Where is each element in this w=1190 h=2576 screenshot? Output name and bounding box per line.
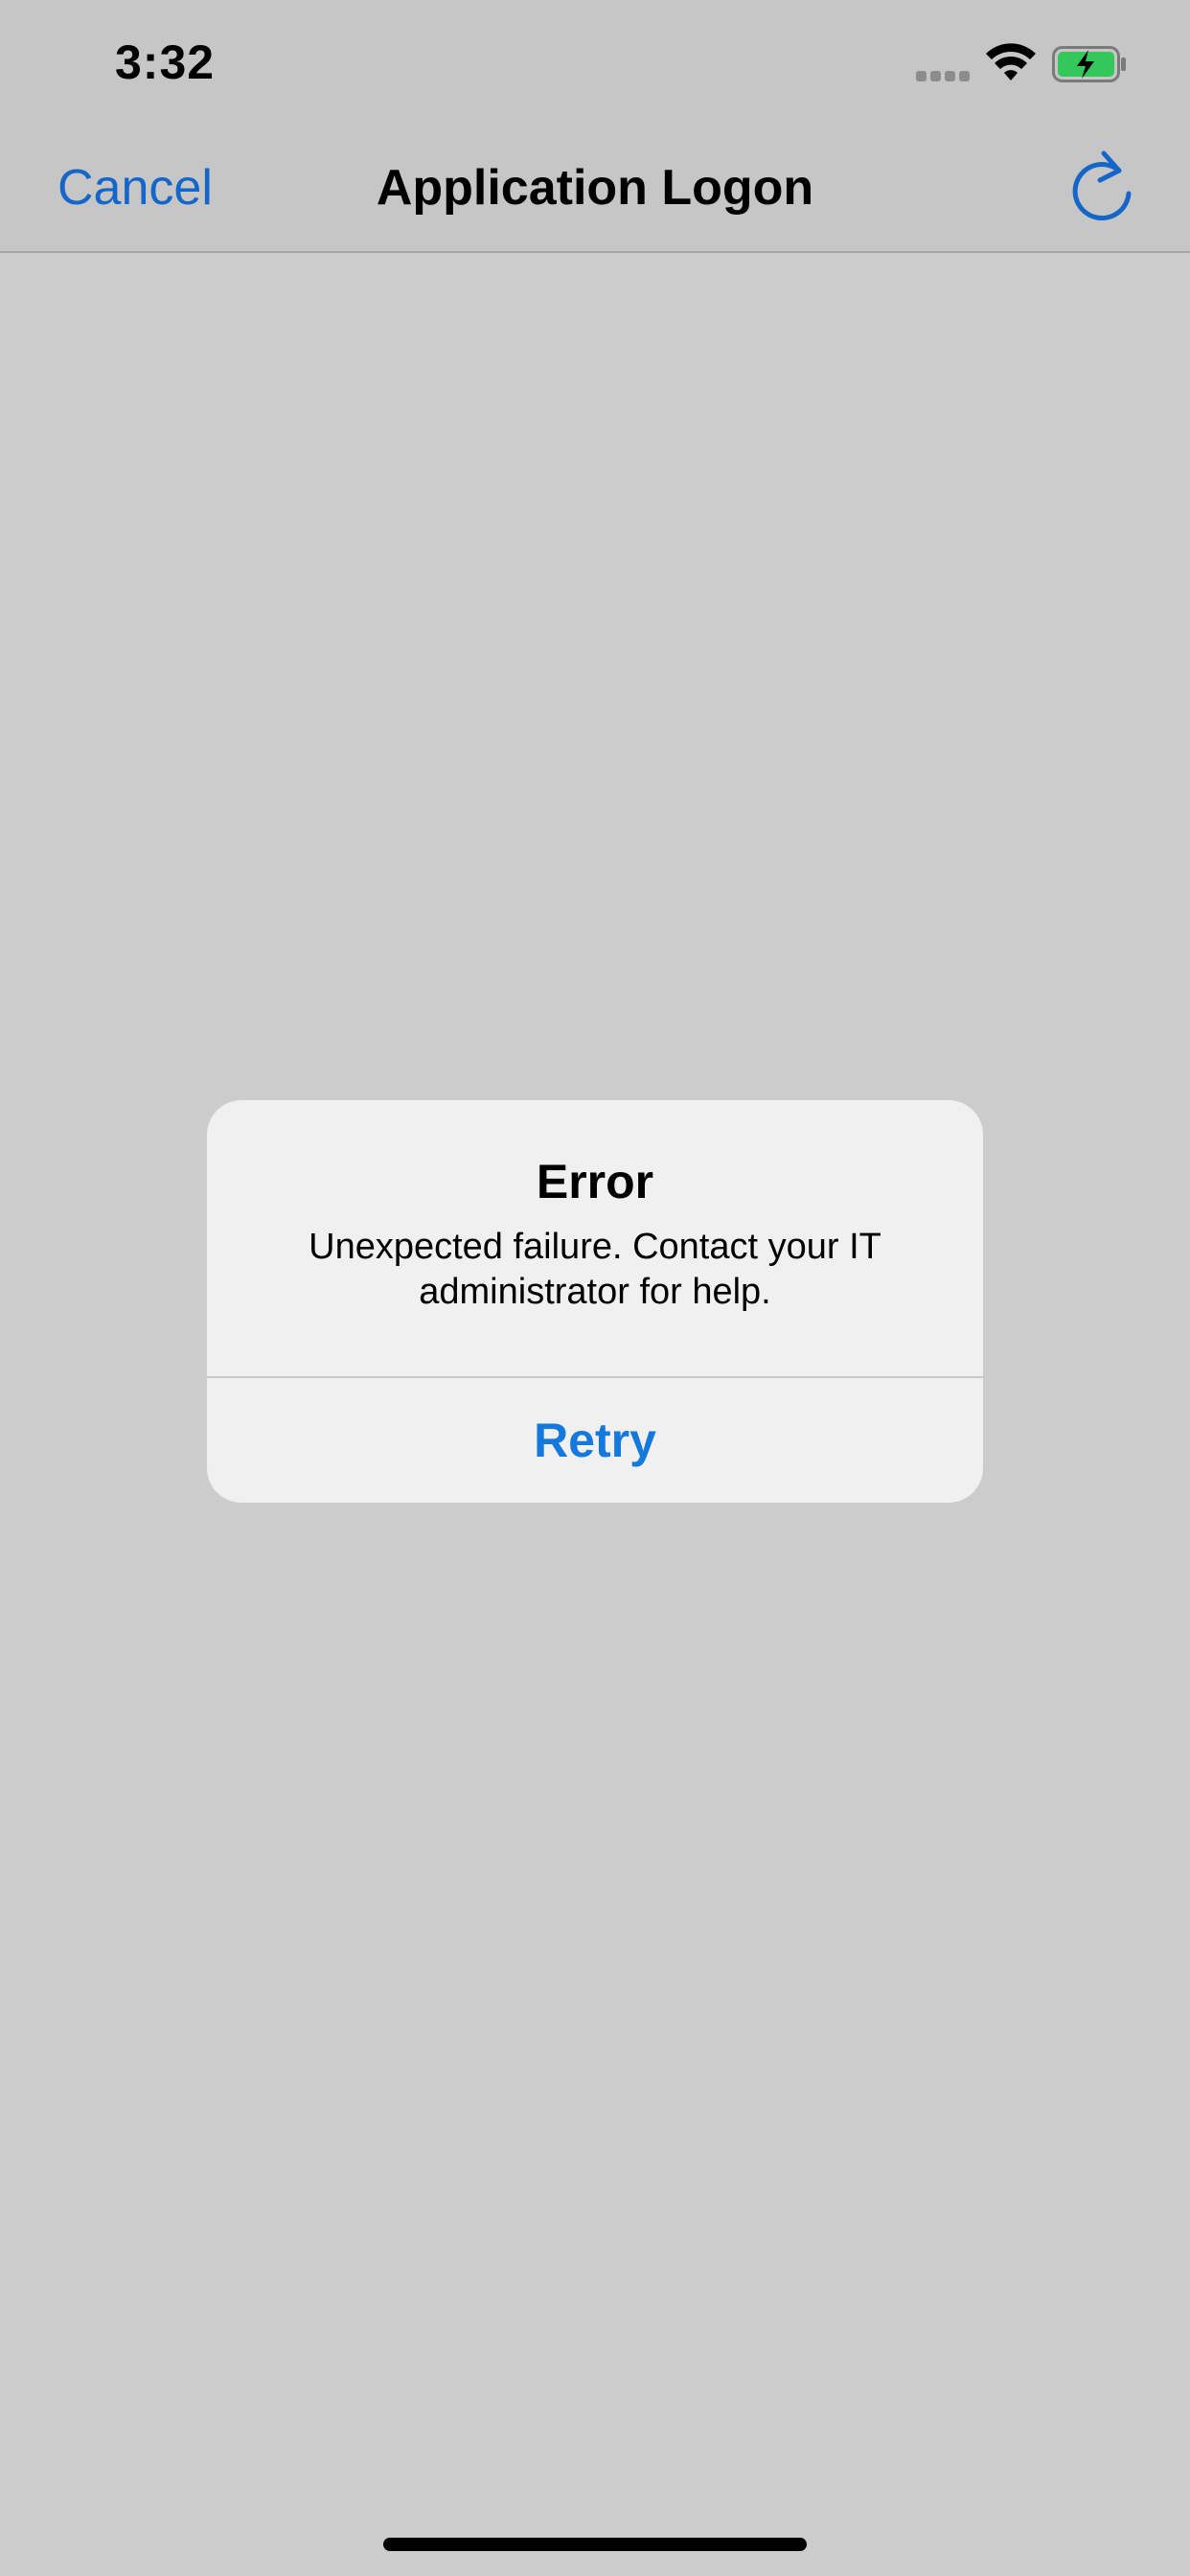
page-title: Application Logon	[376, 160, 814, 216]
home-indicator[interactable]	[383, 2538, 807, 2551]
refresh-icon[interactable]	[1064, 148, 1140, 230]
alert-message: Unexpected failure. Contact your IT admi…	[309, 1227, 881, 1312]
battery-charging-icon	[1052, 46, 1126, 82]
wifi-icon	[986, 43, 1036, 80]
retry-button[interactable]: Retry	[207, 1378, 983, 1503]
navigation-bar: Cancel Application Logon	[0, 126, 1190, 253]
error-alert-dialog: Error Unexpected failure. Contact your I…	[207, 1100, 983, 1503]
cellular-signal-icon	[916, 71, 970, 82]
status-time: 3:32	[115, 35, 216, 89]
status-bar: 3:32	[0, 0, 1190, 126]
alert-title: Error	[536, 1155, 654, 1208]
